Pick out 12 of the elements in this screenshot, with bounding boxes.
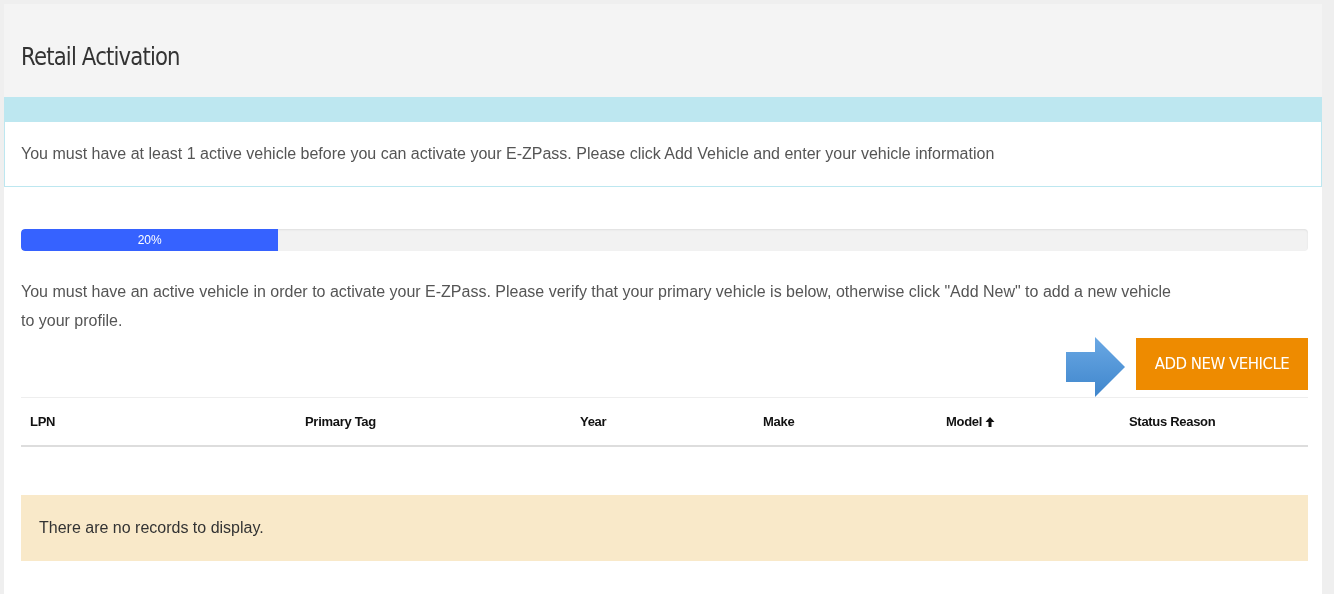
column-header[interactable]: Year bbox=[580, 414, 607, 429]
page-title: Retail Activation bbox=[21, 42, 180, 71]
column-header[interactable]: LPN bbox=[30, 414, 56, 429]
column-header[interactable]: Primary Tag bbox=[305, 414, 376, 429]
progress-label: 20% bbox=[137, 233, 162, 247]
alert-message: You must have at least 1 active vehicle before you can activate your E-ZPass. Please click Add Vehicle and enter your vehicle information bbox=[21, 145, 995, 163]
instructions-text: You must have an active vehicle in order to activate your E-ZPass. Please verify that your primary vehicle is below, otherwise click "Add New" to add a new vehicle to your profile. bbox=[21, 282, 1171, 331]
column-header[interactable]: Make bbox=[763, 414, 795, 429]
column-header[interactable]: Model bbox=[946, 414, 983, 429]
empty-message: There are no records to display. bbox=[39, 519, 264, 537]
right-arrow-icon bbox=[1066, 337, 1126, 397]
column-header[interactable]: Status Reason bbox=[1129, 414, 1216, 429]
